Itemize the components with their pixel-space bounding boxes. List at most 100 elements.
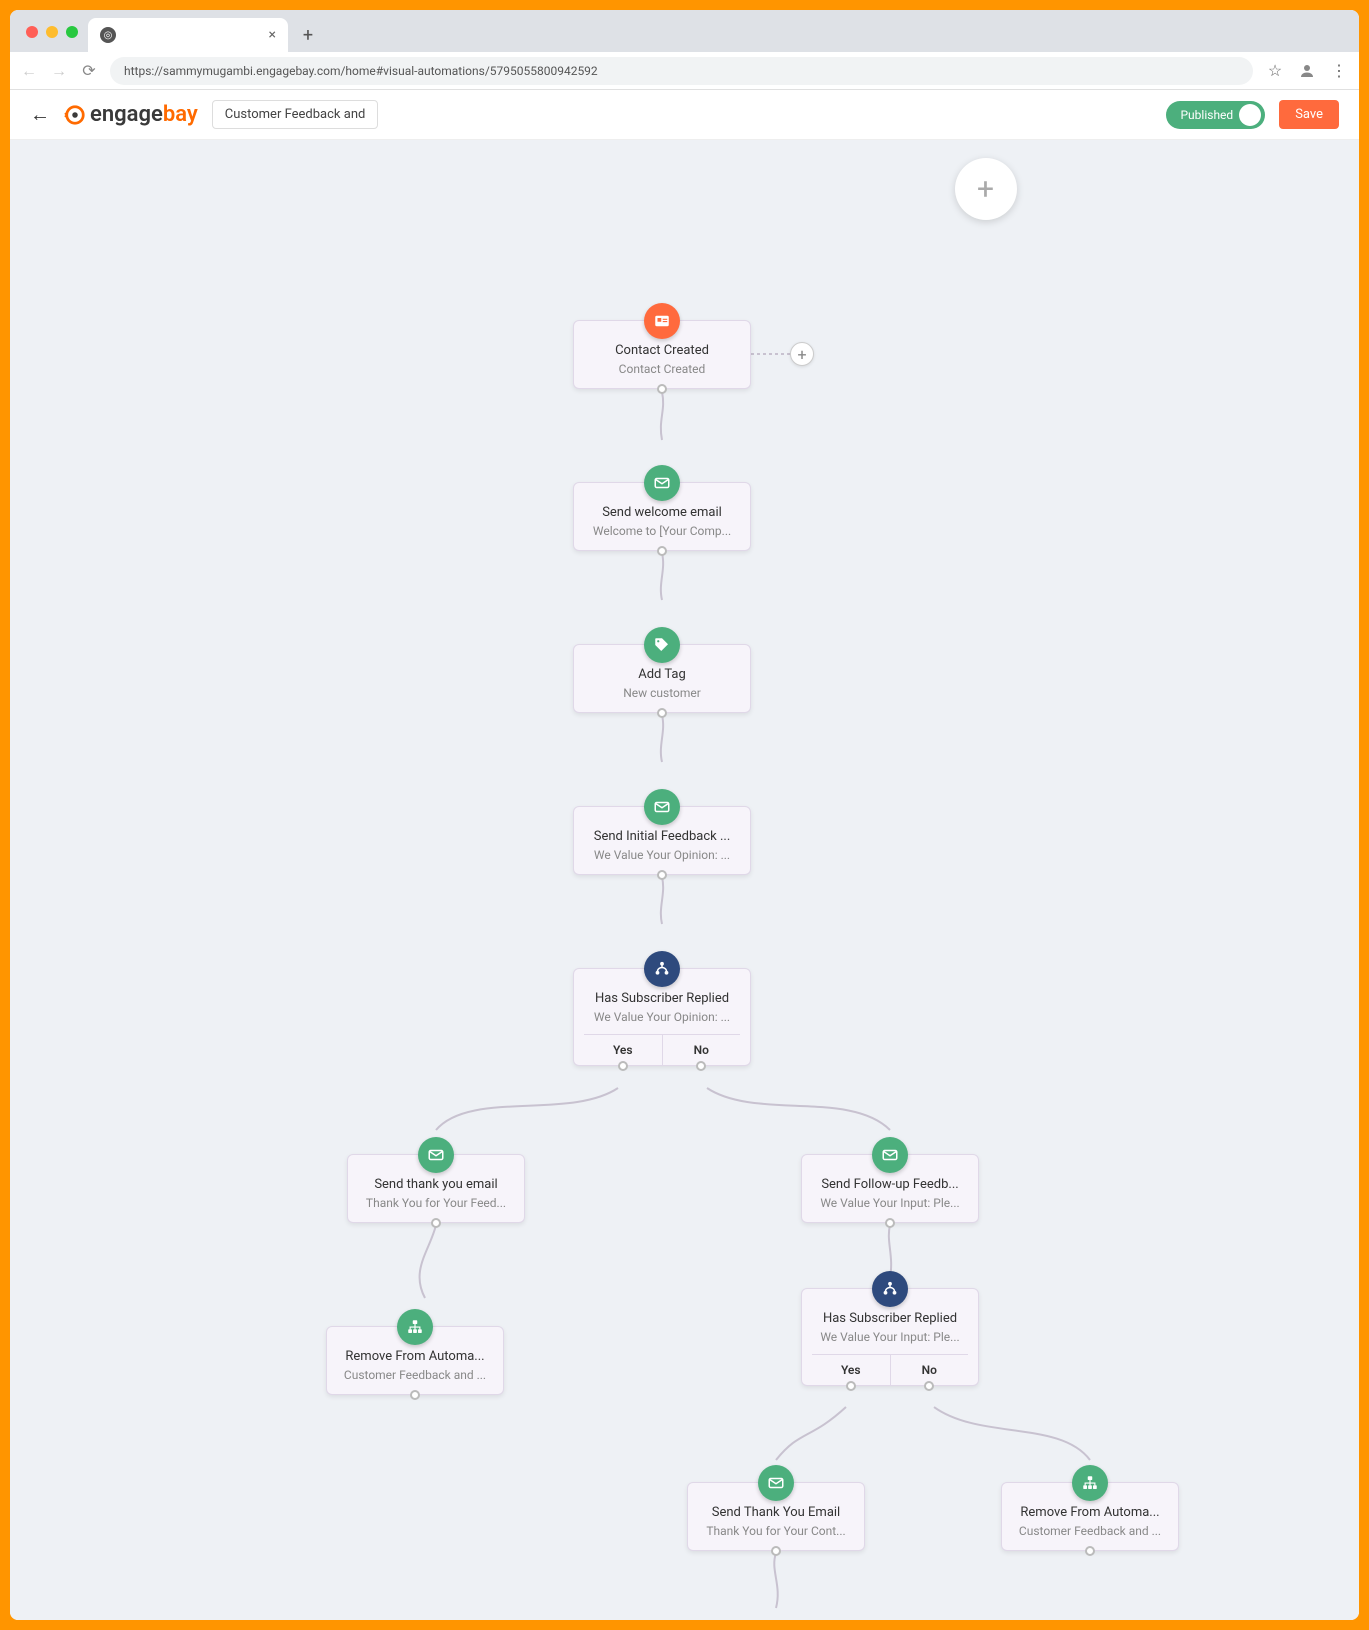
node-remove-from-automation-1[interactable]: Remove From Automa... Customer Feedback …	[326, 1326, 504, 1395]
connector-ring	[657, 384, 667, 394]
automation-title-text: Customer Feedback and	[225, 107, 366, 122]
nav-reload-icon[interactable]: ⟳	[80, 62, 98, 80]
mail-icon	[872, 1137, 908, 1173]
node-send-initial-feedback[interactable]: Send Initial Feedback ... We Value Your …	[573, 806, 751, 875]
connector-ring	[657, 546, 667, 556]
add-branch-button[interactable]: +	[790, 342, 814, 366]
contact-icon	[644, 303, 680, 339]
branch-no[interactable]: No	[891, 1355, 969, 1385]
save-button-label: Save	[1295, 107, 1323, 122]
node-subtitle: Thank You for Your Feed...	[358, 1196, 514, 1210]
branch-icon	[872, 1271, 908, 1307]
node-subtitle: We Value Your Input: Ple...	[812, 1330, 968, 1344]
node-has-subscriber-replied-2[interactable]: Has Subscriber Replied We Value Your Inp…	[801, 1288, 979, 1386]
branch-yes-label: Yes	[613, 1043, 633, 1057]
mail-icon	[644, 789, 680, 825]
browser-titlebar: ◎ × +	[10, 10, 1359, 52]
connector-ring	[431, 1218, 441, 1228]
node-title: Send Thank You Email	[698, 1505, 854, 1520]
node-title: Has Subscriber Replied	[584, 991, 740, 1006]
connector-ring	[410, 1390, 420, 1400]
mail-icon	[644, 465, 680, 501]
node-subtitle: Customer Feedback and ...	[1012, 1524, 1168, 1538]
url-text: https://sammymugambi.engagebay.com/home#…	[124, 64, 598, 78]
published-label: Published	[1180, 108, 1233, 122]
node-title: Has Subscriber Replied	[812, 1311, 968, 1326]
node-subtitle: Customer Feedback and ...	[337, 1368, 493, 1382]
browser-tab[interactable]: ◎ ×	[88, 18, 288, 52]
nav-forward-icon[interactable]: →	[50, 62, 68, 80]
node-send-thank-you-email-1[interactable]: Send thank you email Thank You for Your …	[347, 1154, 525, 1223]
node-title: Remove From Automa...	[337, 1349, 493, 1364]
node-title: Contact Created	[584, 343, 740, 358]
connector-ring	[657, 708, 667, 718]
new-tab-button[interactable]: +	[294, 21, 322, 49]
tag-icon	[644, 627, 680, 663]
logo-icon	[64, 104, 86, 126]
connector-ring	[1085, 1546, 1095, 1556]
logo-text-2: bay	[163, 102, 198, 127]
engagebay-logo[interactable]: engagebay	[64, 102, 198, 127]
logo-text-1: engage	[90, 102, 163, 127]
connector-ring	[696, 1061, 706, 1071]
condition-branches: Yes No	[812, 1354, 968, 1385]
nav-back-icon[interactable]: ←	[20, 62, 38, 80]
node-subtitle: We Value Your Opinion: ...	[584, 1010, 740, 1024]
published-toggle[interactable]: Published	[1166, 101, 1265, 129]
node-contact-created[interactable]: Contact Created Contact Created	[573, 320, 751, 389]
branch-no[interactable]: No	[663, 1035, 741, 1065]
connector-ring	[771, 1546, 781, 1556]
browser-menu-icon[interactable]: ⋮	[1329, 61, 1349, 80]
node-remove-from-automation-2[interactable]: Remove From Automa... Customer Feedback …	[1001, 1482, 1179, 1551]
mail-icon	[758, 1465, 794, 1501]
node-title: Send thank you email	[358, 1177, 514, 1192]
node-subtitle: New customer	[584, 686, 740, 700]
node-send-welcome-email[interactable]: Send welcome email Welcome to [Your Comp…	[573, 482, 751, 551]
node-subtitle: We Value Your Input: Ple...	[812, 1196, 968, 1210]
condition-branches: Yes No	[584, 1034, 740, 1065]
branch-no-label: No	[694, 1043, 709, 1057]
node-subtitle: We Value Your Opinion: ...	[584, 848, 740, 862]
app-header: ← engagebay Customer Feedback and Publis…	[10, 90, 1359, 140]
tab-close-icon[interactable]: ×	[269, 27, 276, 43]
window-controls	[20, 26, 88, 52]
toggle-knob	[1239, 104, 1261, 126]
browser-address-bar: ← → ⟳ https://sammymugambi.engagebay.com…	[10, 52, 1359, 90]
node-title: Send welcome email	[584, 505, 740, 520]
branch-yes[interactable]: Yes	[584, 1035, 663, 1065]
connector-ring	[618, 1061, 628, 1071]
connector-ring	[657, 870, 667, 880]
node-title: Remove From Automa...	[1012, 1505, 1168, 1520]
node-add-tag[interactable]: Add Tag New customer	[573, 644, 751, 713]
node-subtitle: Contact Created	[584, 362, 740, 376]
node-has-subscriber-replied-1[interactable]: Has Subscriber Replied We Value Your Opi…	[573, 968, 751, 1066]
url-input[interactable]: https://sammymugambi.engagebay.com/home#…	[110, 57, 1253, 85]
connector-ring	[924, 1381, 934, 1391]
sitemap-icon	[397, 1309, 433, 1345]
back-button[interactable]: ←	[30, 102, 50, 127]
browser-window: ◎ × + ← → ⟳ https://sammymugambi.engageb…	[10, 10, 1359, 1620]
node-subtitle: Thank You for Your Cont...	[698, 1524, 854, 1538]
tab-favicon-icon: ◎	[100, 27, 116, 43]
automation-title-input[interactable]: Customer Feedback and	[212, 100, 379, 129]
node-title: Add Tag	[584, 667, 740, 682]
profile-icon[interactable]	[1297, 62, 1317, 80]
mail-icon	[418, 1137, 454, 1173]
minimize-window-icon[interactable]	[46, 26, 58, 38]
automation-canvas[interactable]: +	[10, 140, 1359, 1620]
bookmark-icon[interactable]: ☆	[1265, 61, 1285, 80]
node-title: Send Follow-up Feedb...	[812, 1177, 968, 1192]
sitemap-icon	[1072, 1465, 1108, 1501]
node-send-followup-feedback[interactable]: Send Follow-up Feedb... We Value Your In…	[801, 1154, 979, 1223]
node-title: Send Initial Feedback ...	[584, 829, 740, 844]
close-window-icon[interactable]	[26, 26, 38, 38]
save-button[interactable]: Save	[1279, 100, 1339, 129]
branch-yes[interactable]: Yes	[812, 1355, 891, 1385]
maximize-window-icon[interactable]	[66, 26, 78, 38]
branch-icon	[644, 951, 680, 987]
node-subtitle: Welcome to [Your Comp...	[584, 524, 740, 538]
branch-yes-label: Yes	[841, 1363, 861, 1377]
branch-no-label: No	[922, 1363, 937, 1377]
node-send-thank-you-email-2[interactable]: Send Thank You Email Thank You for Your …	[687, 1482, 865, 1551]
add-node-button[interactable]: +	[955, 158, 1017, 220]
